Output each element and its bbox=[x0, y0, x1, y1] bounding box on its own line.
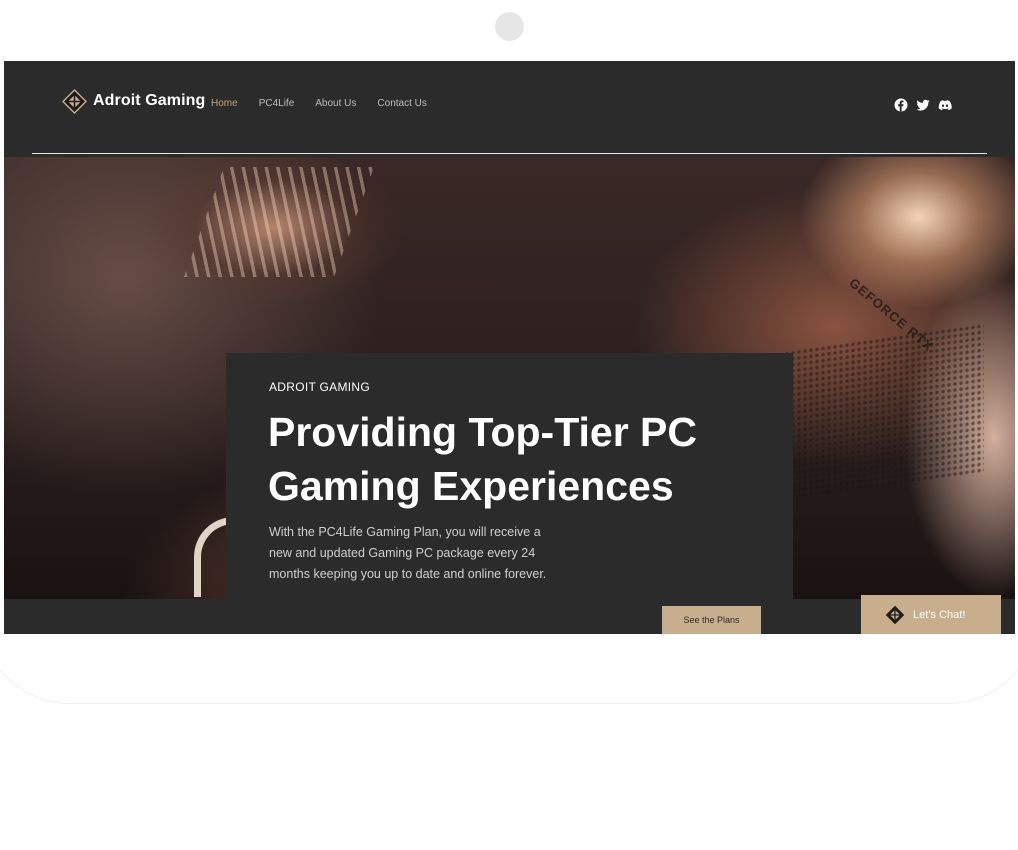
twitter-icon[interactable] bbox=[916, 97, 930, 111]
social-links bbox=[894, 97, 952, 112]
hero-headline: Providing Top-Tier PC Gaming Experiences bbox=[268, 409, 697, 509]
hero-eyebrow: ADROIT GAMING bbox=[269, 380, 371, 394]
nav-item-home[interactable]: Home bbox=[211, 98, 238, 109]
brand-name[interactable]: Adroit Gaming bbox=[93, 92, 205, 110]
site-header: Adroit Gaming Home PC4Life About Us Cont… bbox=[4, 61, 1015, 154]
see-plans-button[interactable]: See the Plans bbox=[662, 606, 761, 634]
nav-item-about-us[interactable]: About Us bbox=[315, 98, 356, 109]
screen: GEFORCE RTX ADROIT GAMING Providing Top-… bbox=[4, 61, 1015, 634]
logo-icon bbox=[885, 605, 905, 624]
discord-icon[interactable] bbox=[938, 97, 952, 111]
facebook-icon[interactable] bbox=[894, 97, 908, 112]
logo-icon[interactable] bbox=[62, 89, 87, 114]
main-nav: Home PC4Life About Us Contact Us bbox=[211, 98, 427, 109]
nav-item-pc4life[interactable]: PC4Life bbox=[259, 98, 295, 109]
chat-button[interactable]: Let’s Chat! bbox=[861, 595, 1001, 634]
hero-card: ADROIT GAMING Providing Top-Tier PC Gami… bbox=[226, 353, 793, 634]
header-divider bbox=[32, 153, 987, 154]
keyboard-illustration bbox=[183, 167, 375, 277]
camera-dot bbox=[495, 12, 524, 41]
case-mesh-illustration bbox=[784, 322, 984, 502]
chat-button-label: Let’s Chat! bbox=[913, 608, 966, 621]
hero-image: GEFORCE RTX ADROIT GAMING Providing Top-… bbox=[4, 157, 1015, 634]
monitor-stand-base bbox=[306, 800, 712, 850]
nav-item-contact-us[interactable]: Contact Us bbox=[377, 98, 426, 109]
hero-description: With the PC4Life Gaming Plan, you will r… bbox=[269, 525, 547, 581]
